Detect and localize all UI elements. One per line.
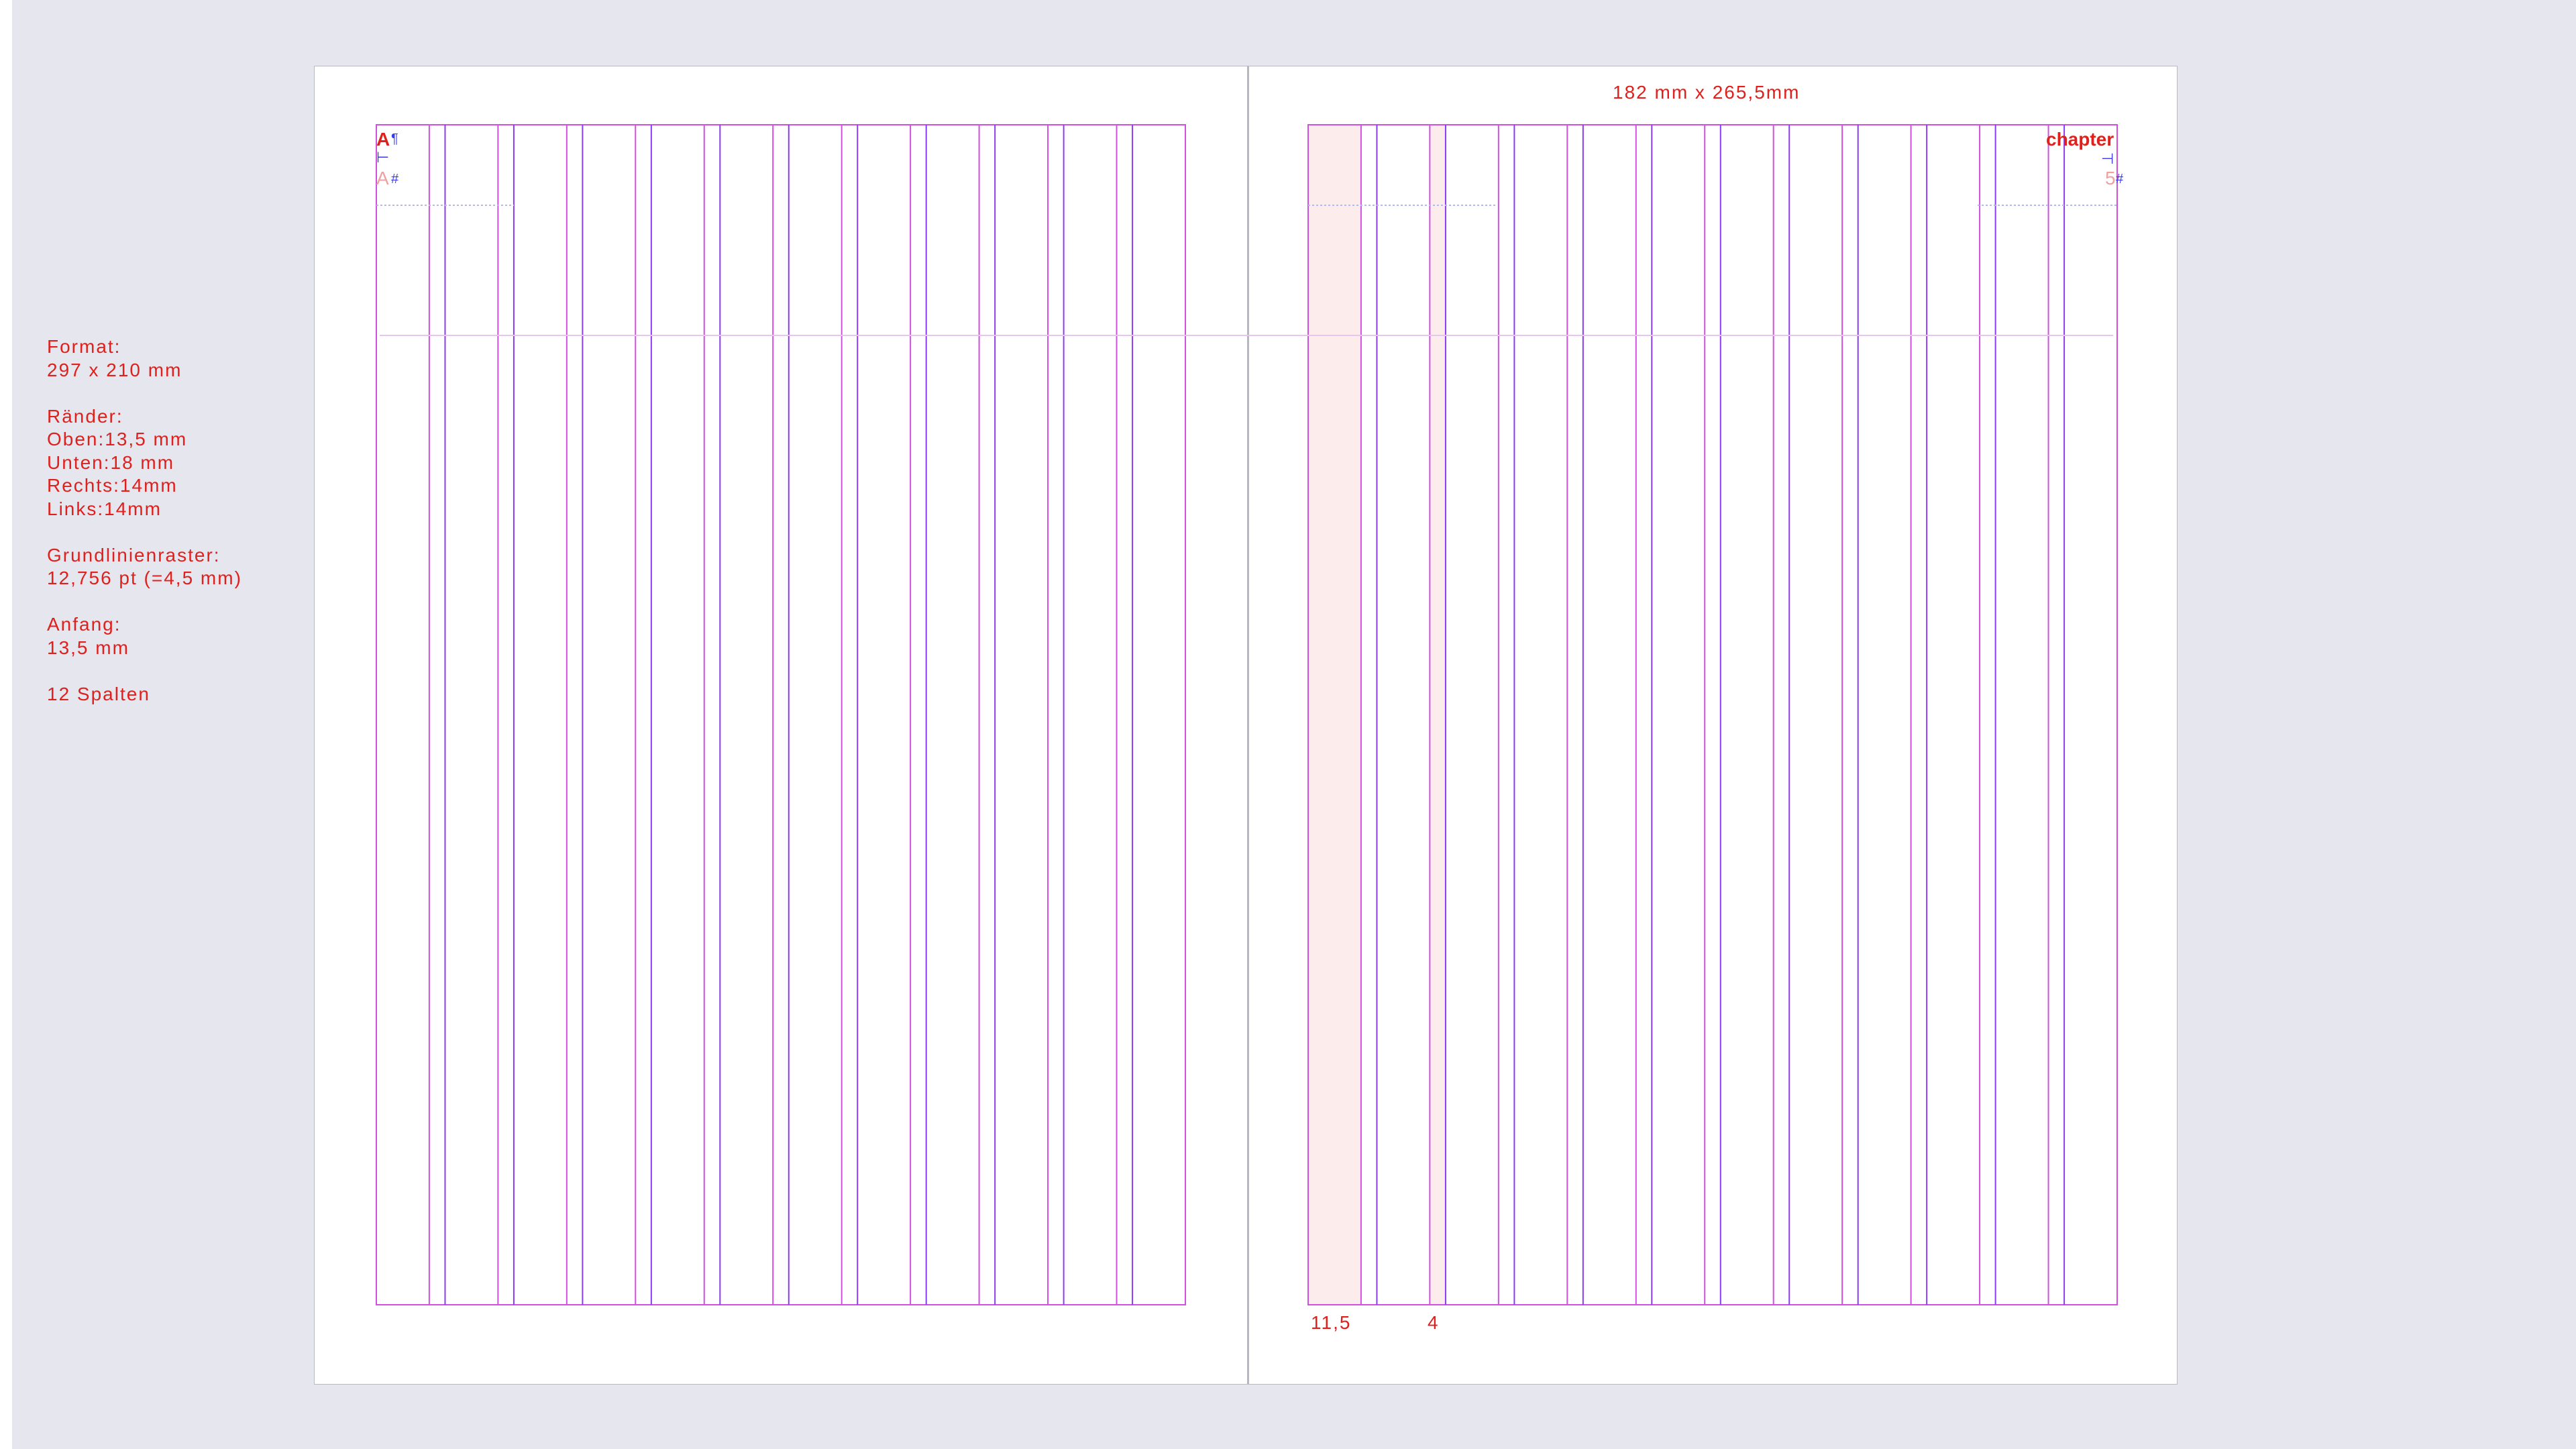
gutter-highlight bbox=[1430, 125, 1446, 1305]
right-page-number-marker[interactable]: 5 bbox=[2105, 168, 2116, 189]
hash-icon-right: # bbox=[2116, 172, 2124, 186]
anchor-icon-right: ⊣ bbox=[2101, 150, 2114, 167]
column-width-label: 11,5 bbox=[1311, 1312, 1352, 1333]
pilcrow-icon: ¶ bbox=[391, 131, 398, 146]
type-area-dimension-label: 182 mm x 265,5mm bbox=[1613, 82, 1801, 103]
hash-icon: # bbox=[391, 172, 399, 186]
chapter-header-marker[interactable]: chapter bbox=[2046, 129, 2114, 150]
gutter-width-label: 4 bbox=[1428, 1312, 1440, 1333]
anchor-icon: ⊢ bbox=[376, 149, 390, 166]
layout-grid bbox=[376, 124, 2118, 1305]
left-page-number-marker[interactable]: A bbox=[376, 168, 389, 189]
left-header-marker[interactable]: A bbox=[376, 129, 390, 150]
column-highlight bbox=[1308, 125, 1361, 1305]
